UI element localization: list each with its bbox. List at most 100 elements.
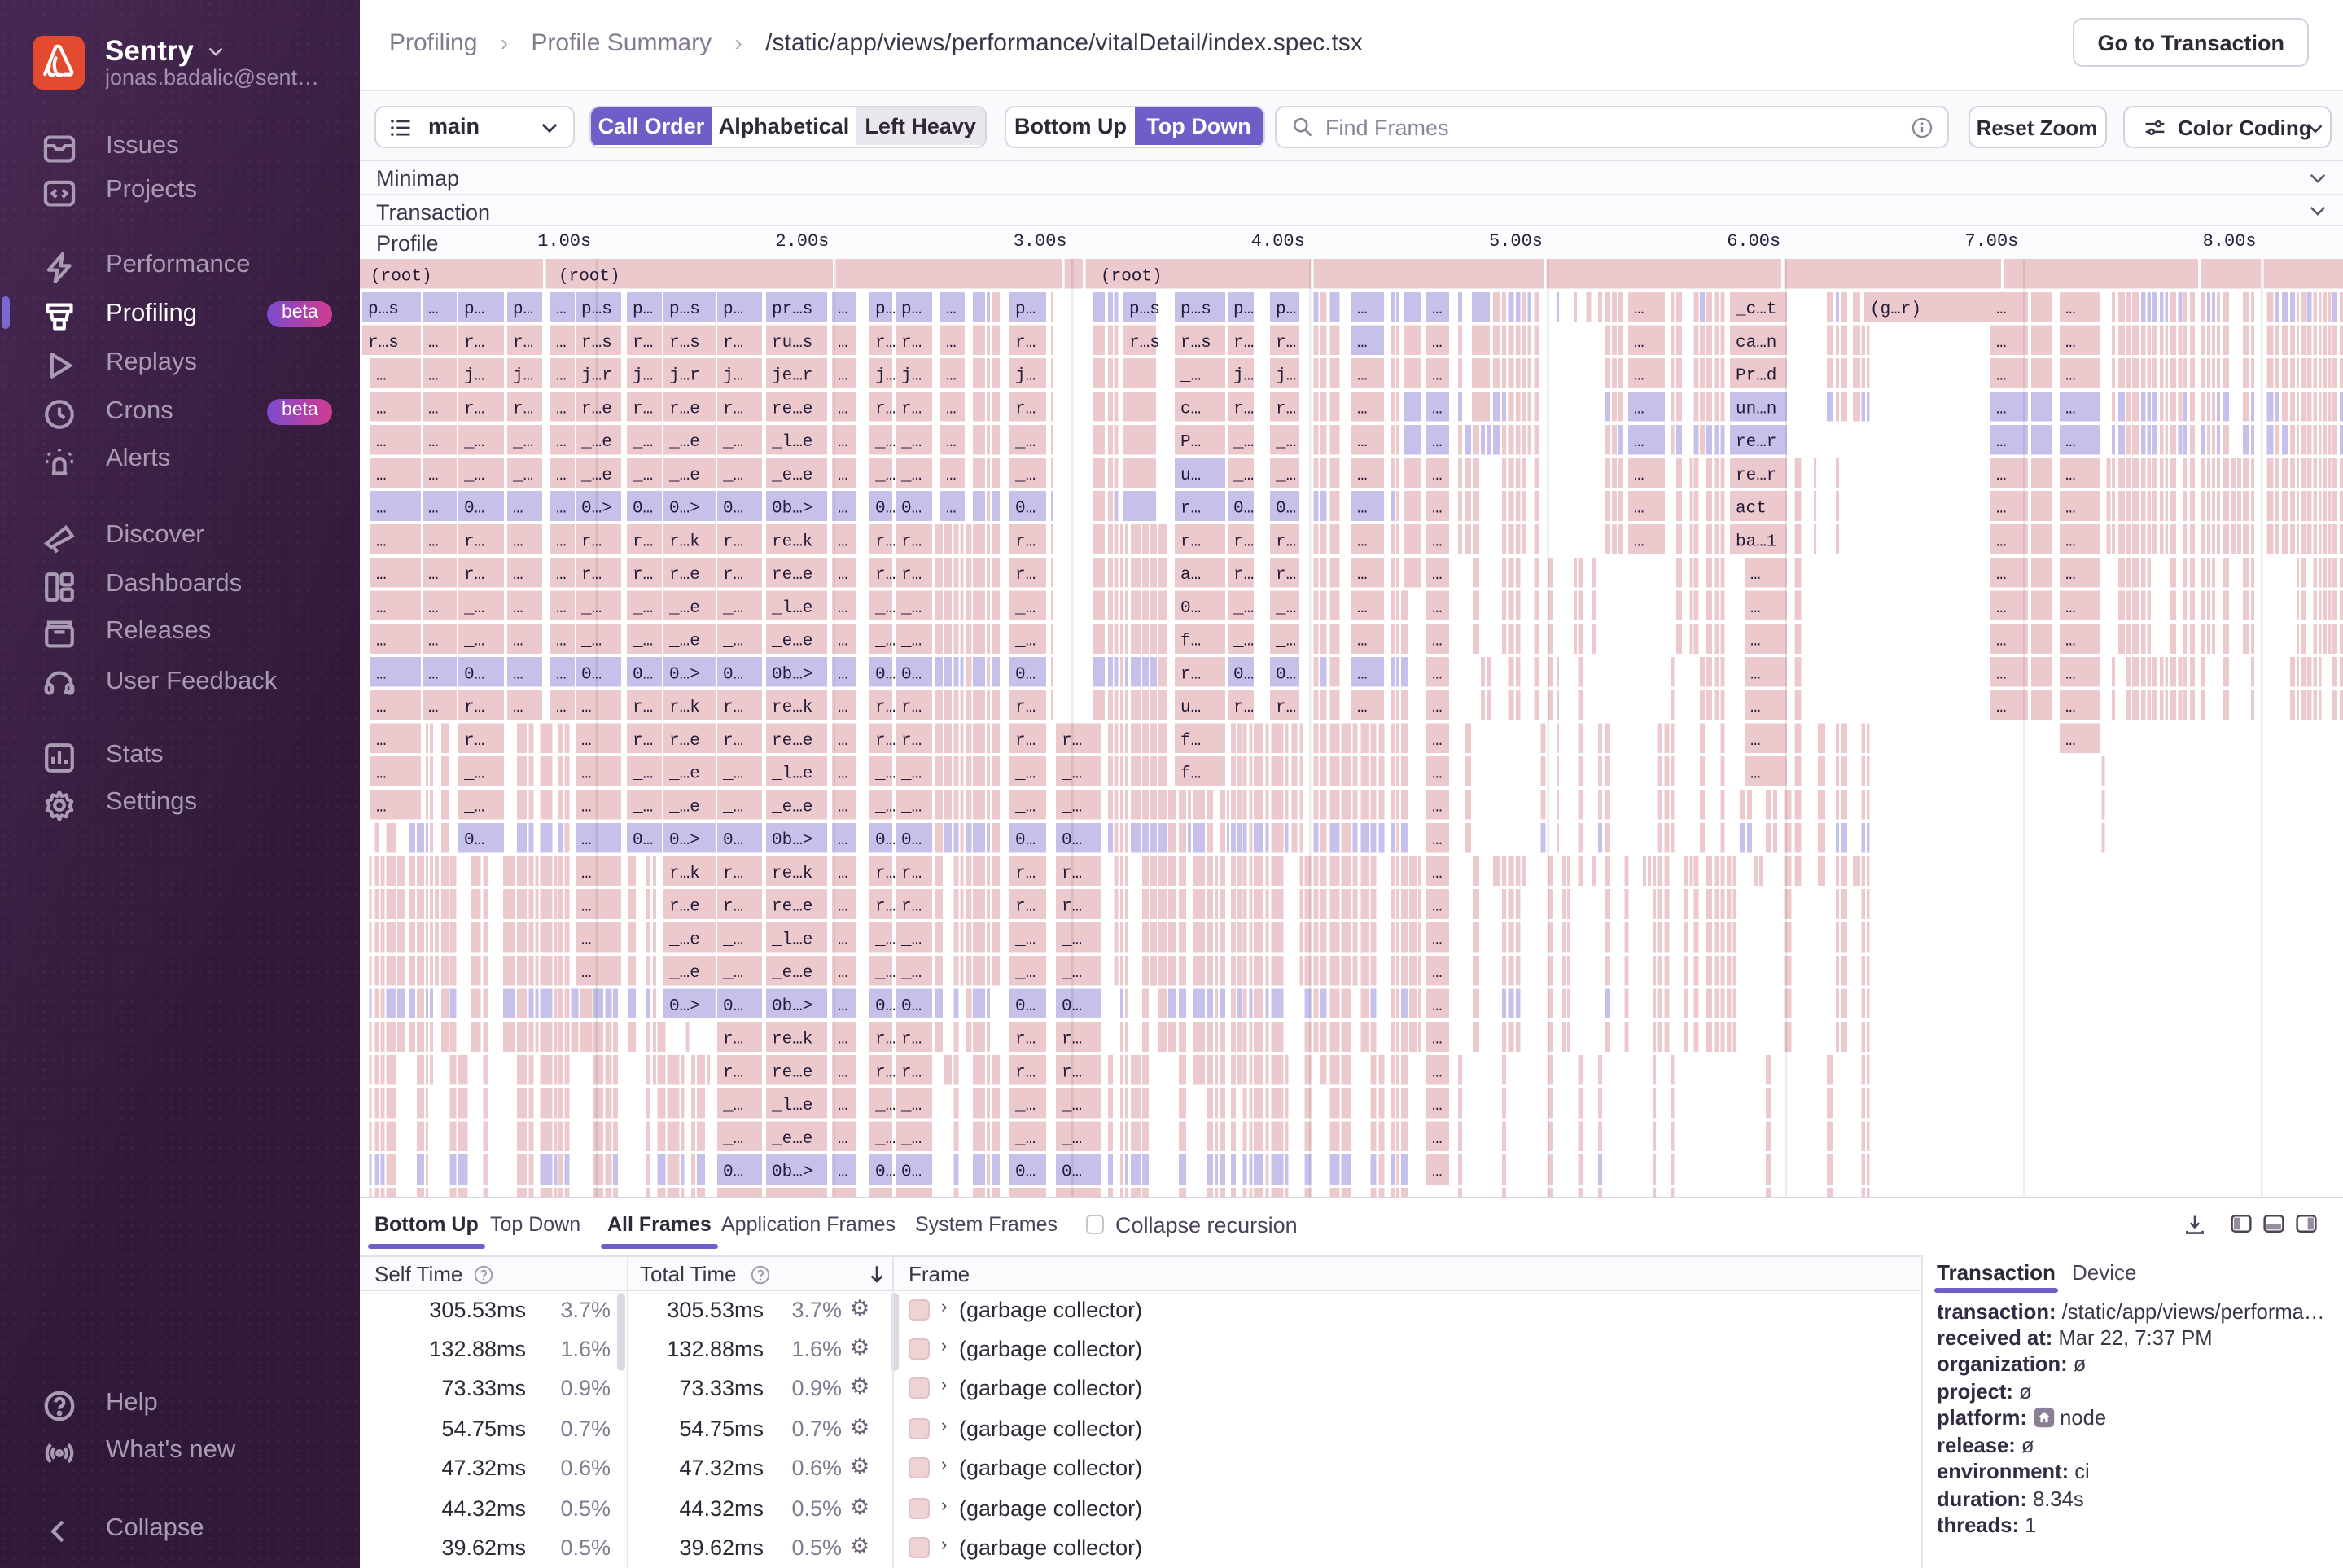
svg-text:…: … [946,333,957,352]
svg-text:…: … [581,698,592,716]
svg-text:…: … [838,632,848,650]
svg-text:r…s: r…s [581,333,612,352]
svg-text:_…: _… [874,797,896,816]
svg-text:…: … [1634,532,1644,550]
svg-text:…: … [2065,432,2076,451]
svg-text:r…: r… [875,698,896,716]
svg-text:…: … [556,632,567,650]
svg-text:_…: _… [632,797,653,816]
svg-text:r…: r… [1062,1030,1082,1049]
svg-text:r…: r… [901,399,922,418]
svg-text:j…: j… [513,366,533,385]
svg-text:r…: r… [723,897,743,916]
svg-text:p…: p… [875,300,896,318]
svg-text:…: … [838,797,848,816]
svg-text:r…k: r…k [669,698,700,716]
svg-text:(root): (root) [370,266,432,285]
svg-text:…: … [1750,664,1761,683]
svg-text:r…: r… [1015,1030,1036,1049]
svg-text:r…k: r…k [669,864,700,883]
svg-text:_…: _… [632,432,653,451]
svg-text:p…s: p…s [1129,300,1160,318]
svg-text:0…>: 0…> [581,499,612,518]
svg-text:_…e: _…e [668,466,700,484]
svg-text:…: … [838,1163,848,1181]
svg-text:…: … [1432,764,1443,783]
svg-text:…: … [1432,897,1443,916]
svg-text:r…: r… [723,399,743,418]
svg-text:_…: _… [874,466,896,484]
svg-text:r…: r… [723,333,743,352]
svg-text:…: … [376,598,387,617]
svg-text:…: … [1996,632,2007,650]
svg-text:r…k: r…k [669,532,700,550]
svg-text:…: … [838,1129,848,1148]
svg-text:…: … [1996,432,2007,451]
svg-text:_…: _… [1275,598,1296,617]
svg-text:_…: _… [722,432,743,451]
svg-text:…: … [2065,333,2076,352]
svg-text:…: … [1432,1163,1443,1181]
svg-text:p…: p… [1015,300,1036,318]
svg-text:…: … [376,432,387,451]
svg-text:p…s: p…s [368,300,399,318]
svg-text:…: … [1750,565,1761,584]
svg-text:…: … [1432,499,1443,518]
svg-text:…: … [376,399,387,418]
svg-text:…: … [1634,499,1644,518]
svg-text:p…: p… [901,300,922,318]
svg-text:r…: r… [1180,499,1201,518]
svg-text:r…: r… [1015,565,1036,584]
svg-text:…: … [513,664,523,683]
svg-text:_…: _… [874,1096,896,1115]
svg-text:r…: r… [633,532,653,550]
svg-text:_…: _… [900,930,922,948]
svg-text:…: … [556,366,567,385]
svg-text:…: … [556,300,567,318]
svg-text:…: … [428,532,439,550]
svg-text:0…: 0… [464,664,484,683]
svg-text:r…: r… [633,731,653,750]
svg-text:…: … [838,466,848,484]
svg-text:_…: _… [874,963,896,982]
svg-text:…: … [2065,300,2076,318]
svg-text:…: … [1432,830,1443,849]
svg-text:…: … [838,532,848,550]
svg-text:_…: _… [874,598,896,617]
svg-text:_…: _… [722,632,743,650]
svg-text:…: … [2065,399,2076,418]
svg-text:…: … [1432,300,1443,318]
svg-text:…: … [1432,532,1443,550]
svg-text:r…: r… [1015,532,1036,550]
svg-text:…: … [1634,399,1644,418]
svg-text:r…: r… [875,864,896,883]
svg-text:r…s: r…s [368,333,399,352]
svg-text:r…: r… [1015,399,1036,418]
svg-text:f…: f… [1180,764,1201,783]
svg-text:_…: _… [463,764,484,783]
svg-text:0…: 0… [1062,996,1082,1015]
svg-text:r…: r… [901,698,922,716]
svg-text:r…: r… [464,532,484,550]
svg-text:…: … [428,366,439,385]
svg-text:p…: p… [633,300,653,318]
svg-text:r…: r… [901,864,922,883]
svg-text:…: … [1357,632,1368,650]
svg-text:…: … [1634,466,1644,484]
svg-text:_…: _… [1014,930,1036,948]
svg-text:…: … [838,664,848,683]
svg-text:_…: _… [874,632,896,650]
svg-text:p…: p… [1233,300,1254,318]
svg-text:_…: _… [722,963,743,982]
svg-text:…: … [513,499,523,518]
svg-text:r…: r… [875,532,896,550]
svg-text:…: … [1357,598,1368,617]
svg-text:…: … [1996,565,2007,584]
svg-text:_…: _… [580,632,602,650]
svg-text:_l…e: _l…e [771,598,812,617]
svg-text:_…: _… [900,764,922,783]
svg-text:_…: _… [722,466,743,484]
svg-text:0…: 0… [633,499,653,518]
svg-text:r…s: r…s [1180,333,1211,352]
svg-text:r…: r… [723,698,743,716]
